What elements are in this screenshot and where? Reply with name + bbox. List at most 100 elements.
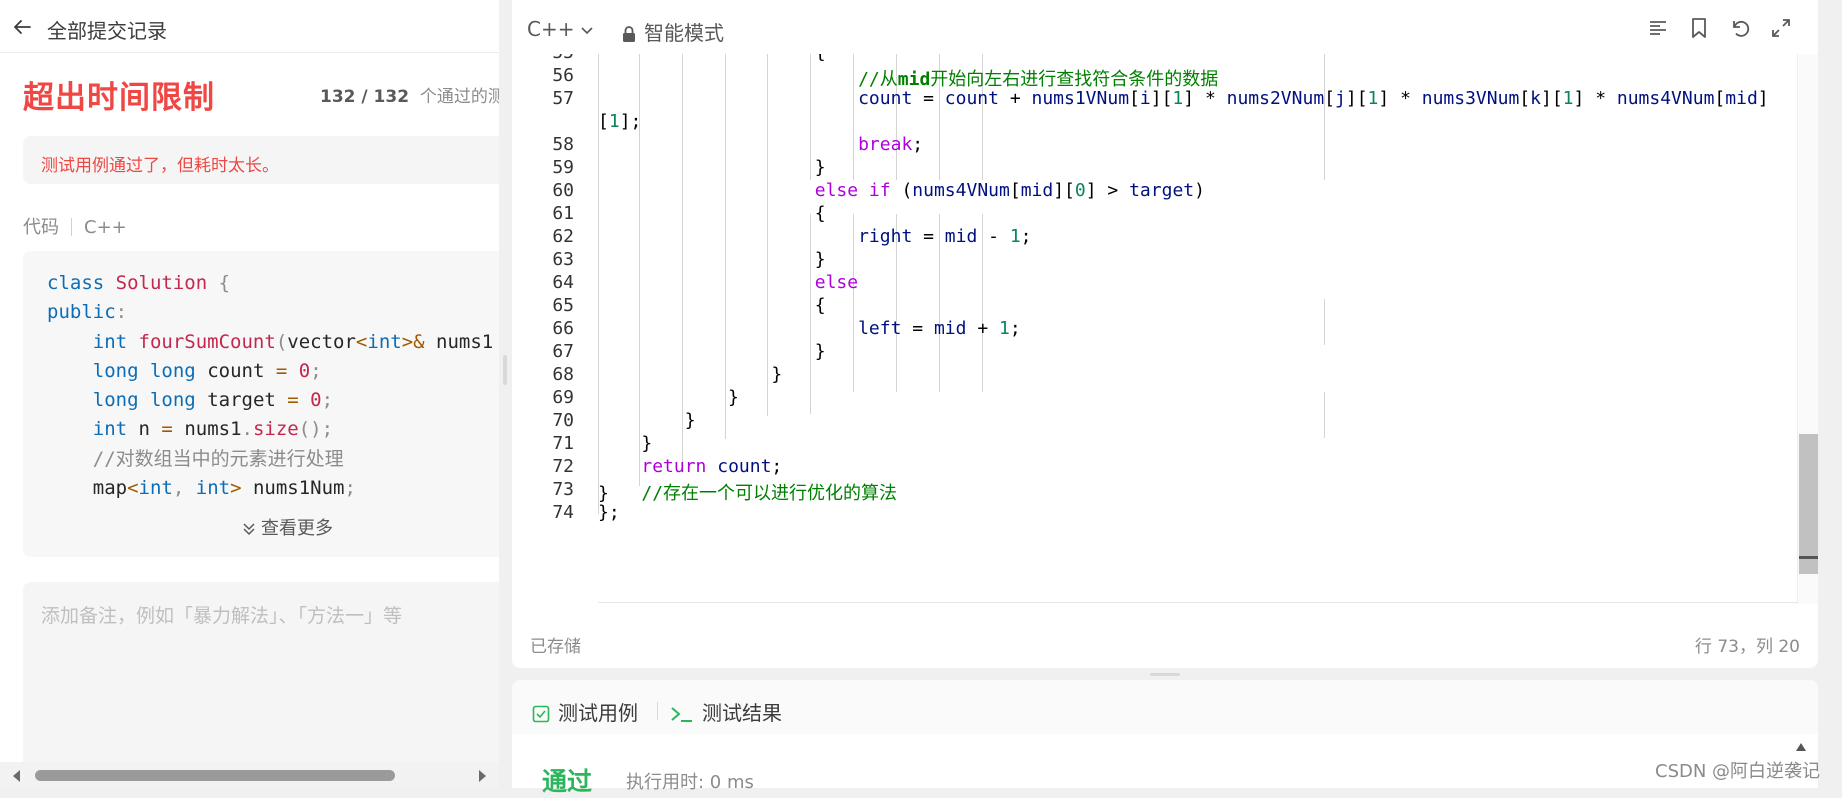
editor-vertical-scrollbar[interactable] [1797,54,1819,604]
code-line: } //存在一个可以进行优化的算法 [598,483,898,504]
code-preview-lines: class Solution {public: int fourSumCount… [47,269,493,503]
resize-grip[interactable] [503,355,507,385]
horizontal-scrollbar[interactable] [0,762,499,788]
line-number: 61 [552,203,574,224]
line-number: 72 [552,456,574,477]
code-line: { [598,203,826,224]
submitted-code-preview: class Solution {public: int fourSumCount… [23,251,499,557]
line-number: 64 [552,272,574,293]
editor-mode-label: 智能模式 [644,21,724,45]
code-line: long long target = 0; [92,389,334,412]
code-editor: C++ 智能模式 55 56 57 58 59 60 61 [512,0,1819,668]
scroll-left-icon[interactable] [12,770,22,782]
remark-placeholder: 添加备注，例如「暴力解法」、「方法一」等 [41,605,403,627]
divider [71,218,72,236]
line-number: 74 [552,502,574,523]
current-line-highlight [598,602,1802,604]
back-to-submissions-link[interactable]: 全部提交记录 [47,15,167,44]
tab-test-result-label: 测试结果 [702,701,782,725]
console-tabs: 测试用例 测试结果 [512,680,1818,734]
cursor-marker [1799,556,1819,559]
scroll-up-icon[interactable] [1795,742,1807,752]
tab-test-result[interactable]: 测试结果 [670,697,782,726]
console-panel: 测试用例 测试结果 通过 执行用时: 0 ms [512,680,1818,796]
code-line: map<int, int> nums1Num; [47,477,356,500]
code-line: long long count = 0; [92,359,322,382]
line-number: 65 [552,295,574,316]
line-number: 58 [552,134,574,155]
tab-testcase-label: 测试用例 [558,701,638,725]
code-line-wrap: [1]; [598,111,642,132]
indent-guide [1324,299,1325,345]
code-line: return count; [641,456,783,477]
code-line: } [598,157,826,178]
show-more-button[interactable]: 查看更多 [241,514,333,540]
saved-status: 已存储 [530,637,581,657]
lock-icon [623,26,635,42]
divider [657,702,658,720]
back-arrow-icon[interactable] [12,17,32,37]
line-number: 55 [512,54,574,63]
line-number: 69 [552,387,574,408]
submission-panel: 全部提交记录 超出时间限制 132 / 132 个通过的测 测试用例通过了，但耗… [0,0,499,788]
code-line: else if (nums4VNum[mid][0] > target) [814,180,1205,201]
verdict-title: 超出时间限制 [23,80,215,116]
editor-toolbar: C++ 智能模式 [512,0,1818,54]
code-line: } [598,387,739,408]
fullscreen-icon[interactable] [1770,17,1792,39]
code-language: C++ [84,217,127,238]
language-select[interactable]: C++ [527,17,594,41]
show-more-label: 查看更多 [261,518,333,539]
pass-count-value: 132 / 132 [320,87,410,107]
line-number: 60 [552,180,574,201]
code-label: 代码 [23,217,59,238]
editor-mode[interactable]: 智能模式 [622,17,724,46]
terminal-icon [671,707,692,722]
code-editor-content[interactable]: 55 56 57 58 59 60 61 62 63 64 65 66 67 6… [512,54,1802,604]
cursor-position: 行 73，列 20 [1694,637,1800,657]
code-line: }; [598,502,620,523]
remark-textarea[interactable]: 添加备注，例如「暴力解法」、「方法一」等 [23,582,499,782]
scrollbar-thumb[interactable] [1799,434,1819,574]
panel-resize-handle[interactable] [499,0,512,788]
line-number: 63 [552,249,574,270]
indent-guide [1324,392,1325,438]
double-chevron-down-icon [243,523,255,536]
undo-icon[interactable] [1729,17,1751,39]
bookmark-icon[interactable] [1688,17,1710,39]
checkbox-icon [532,705,550,723]
tab-testcase[interactable]: 测试用例 [532,697,638,726]
code-line: count = count + nums1VNum[i][1] * nums2V… [858,88,1769,109]
chevron-down-icon [581,27,594,35]
scroll-right-icon[interactable] [477,770,487,782]
code-line: class Solution { [47,272,231,294]
code-language-row: 代码 C++ [23,213,127,239]
line-number: 56 [552,65,574,86]
code-line: else [814,272,859,293]
code-line: break; [858,134,924,155]
verdict-note-text: 测试用例通过了，但耗时太长。 [41,156,279,176]
scrollbar-thumb[interactable] [35,770,395,781]
vertical-resize-handle[interactable] [1150,673,1180,676]
line-number: 59 [552,157,574,178]
line-number: 70 [552,410,574,431]
watermark: CSDN @阿白逆袭记 [1655,761,1821,782]
code-line: } [598,433,653,454]
code-line: { [598,295,826,316]
line-number: 73 [552,479,574,500]
code-line: int fourSumCount(vector<int>& nums1 [92,330,494,353]
line-number: 66 [552,318,574,339]
code-line: } [598,249,826,270]
verdict-note: 测试用例通过了，但耗时太长。 [23,136,499,184]
line-number: 71 [552,433,574,454]
code-line: int n = nums1.size(); [92,418,334,441]
language-select-value: C++ [527,17,575,41]
line-number: 68 [552,364,574,385]
code-line: } [598,410,696,431]
line-number: 57 [552,88,574,109]
indent-guide [1324,54,1325,180]
code-line: left = mid + 1; [858,318,1021,339]
page-edge [1818,0,1842,788]
submission-header: 全部提交记录 [0,0,499,53]
format-icon[interactable] [1647,17,1669,39]
